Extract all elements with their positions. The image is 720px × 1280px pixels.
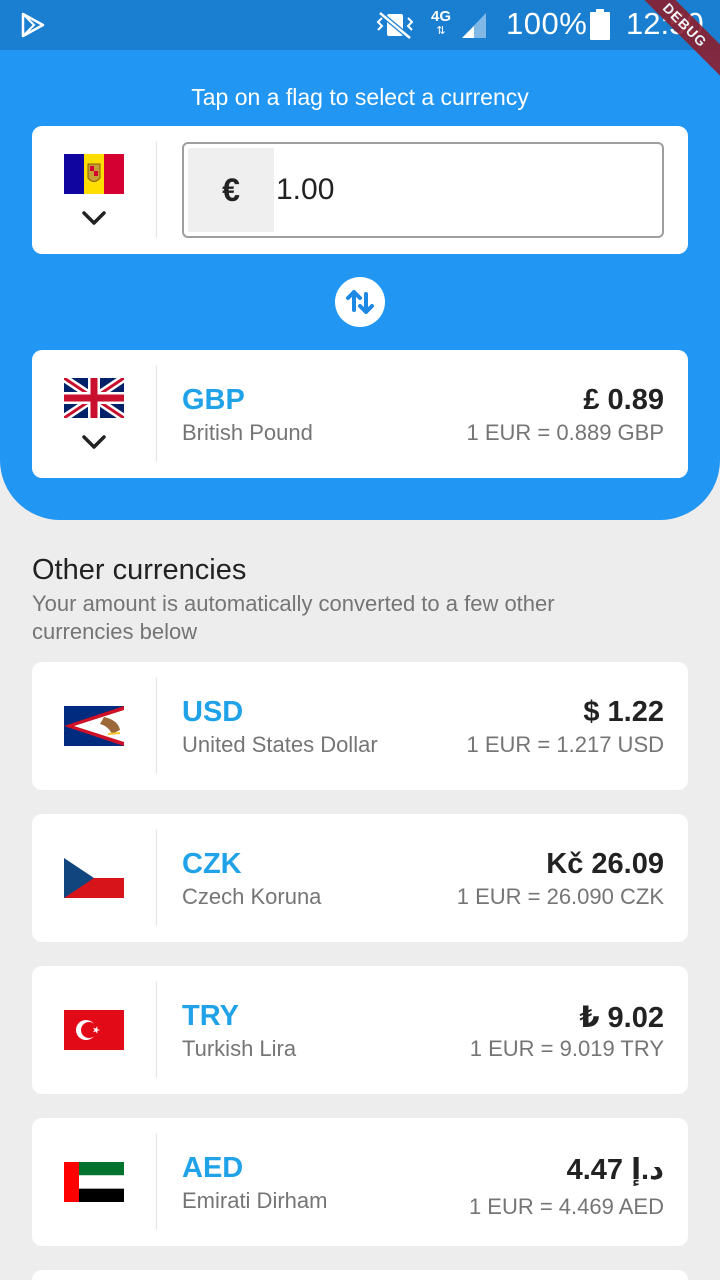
turkey-flag-icon	[64, 1010, 124, 1050]
united-kingdom-flag-icon[interactable]	[61, 374, 127, 422]
converted-amount: £ 0.89	[583, 384, 664, 416]
currency-name: Czech Koruna	[182, 884, 322, 909]
exchange-rate: 1 EUR = 1.217 USD	[466, 732, 664, 757]
base-currency-card: €	[32, 126, 688, 254]
list-item[interactable]: TRY Turkish Lira ₺ 9.02 1 EUR = 9.019 TR…	[32, 966, 688, 1094]
exchange-rate: 1 EUR = 0.889 GBP	[466, 420, 665, 445]
currency-code: USD	[182, 696, 244, 728]
list-item[interactable]: AED Emirati Dirham د.إ 4.47 1 EUR = 4.46…	[32, 1118, 688, 1246]
swap-icon	[346, 290, 374, 314]
status-bar: 4G ⇅ 100% 12:50	[0, 0, 720, 50]
american-samoa-flag-icon	[64, 706, 124, 746]
chevron-down-icon[interactable]	[80, 432, 108, 452]
select-currency-hint: Tap on a flag to select a currency	[191, 84, 529, 110]
list-item[interactable]: USD United States Dollar $ 1.22 1 EUR = …	[32, 662, 688, 790]
divider	[156, 678, 157, 774]
network-indicator: 4G ⇅	[430, 8, 451, 37]
converted-amount: $ 1.22	[583, 696, 664, 728]
amount-field[interactable]: €	[182, 142, 664, 238]
divider	[156, 982, 157, 1078]
section-subtitle: Your amount is automatically converted t…	[32, 591, 555, 644]
list-item[interactable]: CZK Czech Koruna Kč 26.09 1 EUR = 26.090…	[32, 814, 688, 942]
currency-code: TRY	[182, 1000, 239, 1032]
currency-name: United States Dollar	[182, 732, 378, 757]
divider	[156, 830, 157, 926]
target-currency-card[interactable]: GBP British Pound £ 0.89 1 EUR = 0.889 G…	[32, 350, 688, 478]
list-item[interactable]	[32, 1270, 688, 1280]
converted-amount: Kč 26.09	[546, 848, 664, 880]
battery-icon	[590, 9, 610, 40]
play-store-icon	[21, 12, 45, 38]
divider	[156, 142, 157, 238]
exchange-rate: 1 EUR = 4.469 AED	[468, 1194, 664, 1219]
currency-code: CZK	[182, 848, 242, 880]
currency-code: GBP	[182, 384, 245, 416]
mute-vibrate-icon	[376, 11, 414, 40]
exchange-rate: 1 EUR = 9.019 TRY	[469, 1036, 664, 1061]
currency-name: British Pound	[182, 420, 313, 445]
currency-code: AED	[182, 1152, 244, 1184]
section-title: Other currencies	[32, 554, 247, 586]
chevron-down-icon[interactable]	[80, 208, 108, 228]
czech-republic-flag-icon	[64, 858, 124, 898]
signal-icon	[462, 13, 486, 38]
amount-input[interactable]	[276, 144, 656, 236]
currency-name: Turkish Lira	[182, 1036, 297, 1061]
swap-currencies-button[interactable]	[335, 277, 385, 327]
battery-percent: 100%	[506, 6, 588, 41]
converted-amount: د.إ 4.47	[566, 1154, 664, 1186]
exchange-rate: 1 EUR = 26.090 CZK	[456, 884, 664, 909]
currency-name: Emirati Dirham	[182, 1188, 328, 1213]
divider	[156, 1134, 157, 1230]
currency-symbol: €	[188, 148, 274, 232]
converted-amount: ₺ 9.02	[579, 1002, 664, 1034]
united-arab-emirates-flag-icon	[64, 1162, 124, 1202]
divider	[156, 366, 157, 462]
andorra-flag-icon[interactable]	[64, 154, 124, 194]
